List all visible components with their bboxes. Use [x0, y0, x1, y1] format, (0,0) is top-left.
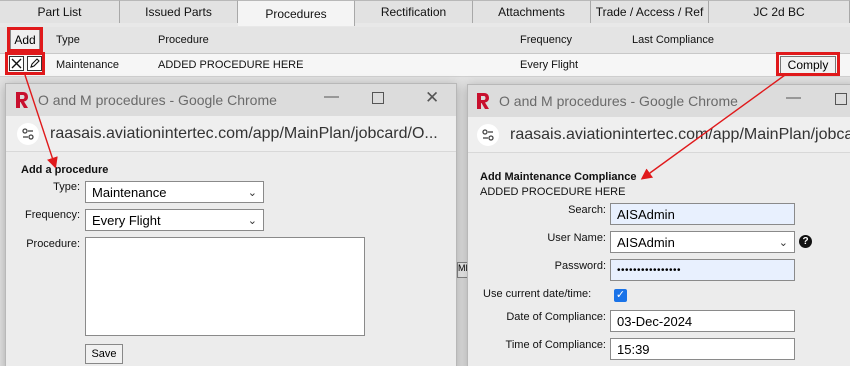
tab-jc-2d-bc[interactable]: JC 2d BC: [709, 0, 850, 23]
compliance-heading: Add Maintenance Compliance: [480, 171, 637, 183]
add-procedure-window: O and M procedures - Google Chrome — ✕ r…: [5, 83, 457, 366]
site-settings-icon[interactable]: [17, 123, 39, 145]
url-text: raasais.aviationintertec.com/app/MainPla…: [510, 126, 850, 143]
use-current-checkbox[interactable]: ✓: [614, 289, 627, 302]
password-label: Password:: [554, 260, 606, 272]
frequency-value: Every Flight: [92, 212, 161, 228]
tab-part-list[interactable]: Part List: [0, 0, 120, 23]
username-label: User Name:: [547, 232, 606, 244]
password-input[interactable]: ••••••••••••••••: [610, 259, 795, 281]
tab-rectification[interactable]: Rectification: [355, 0, 473, 23]
type-value: Maintenance: [92, 184, 167, 200]
chevron-down-icon: ⌄: [247, 214, 257, 227]
window-body: Add a procedure Type: Maintenance ⌄ Freq…: [6, 152, 456, 366]
procedures-grid-header: Add Type Procedure Frequency Last Compli…: [0, 27, 850, 54]
address-bar[interactable]: raasais.aviationintertec.com/app/MainPla…: [6, 116, 456, 152]
row-actions-highlight: [5, 52, 45, 75]
window-title-bar: O and M procedures - Google Chrome — ✕: [6, 84, 456, 116]
close-icon[interactable]: ✕: [425, 88, 439, 108]
compliance-window: O and M procedures - Google Chrome — raa…: [467, 84, 850, 366]
type-label: Type:: [53, 181, 80, 193]
search-label: Search:: [568, 204, 606, 216]
procedure-name: ADDED PROCEDURE HERE: [480, 186, 626, 198]
type-select[interactable]: Maintenance ⌄: [85, 181, 264, 203]
tab-trade-access-ref[interactable]: Trade / Access / Ref: [591, 0, 709, 23]
row-procedure: ADDED PROCEDURE HERE: [158, 59, 304, 71]
column-frequency: Frequency: [520, 34, 572, 46]
date-input[interactable]: 03-Dec-2024: [610, 310, 795, 332]
tab-procedures[interactable]: Procedures: [238, 0, 355, 26]
row-type: Maintenance: [56, 59, 119, 71]
use-current-label: Use current date/time:: [483, 288, 592, 300]
r-logo-icon: [477, 93, 489, 109]
window-body: Add Maintenance Compliance ADDED PROCEDU…: [468, 153, 850, 366]
column-last-compliance: Last Compliance: [632, 34, 714, 46]
window-title-bar: O and M procedures - Google Chrome —: [468, 85, 850, 117]
column-type: Type: [56, 34, 80, 46]
url-text: raasais.aviationintertec.com/app/MainPla…: [50, 125, 438, 142]
procedure-label: Procedure:: [26, 238, 80, 250]
window-title: O and M procedures - Google Chrome: [38, 92, 277, 108]
frequency-label: Frequency:: [24, 209, 80, 221]
tab-issued-parts[interactable]: Issued Parts: [120, 0, 238, 23]
row-frequency: Every Flight: [520, 59, 579, 71]
minimize-icon[interactable]: —: [324, 88, 339, 105]
form-heading: Add a procedure: [21, 164, 109, 176]
tab-attachments[interactable]: Attachments: [473, 0, 591, 23]
username-select[interactable]: AISAdmin ⌄: [610, 231, 795, 253]
maximize-icon[interactable]: [835, 93, 847, 105]
help-icon[interactable]: ?: [799, 235, 812, 248]
username-value: AISAdmin: [617, 234, 675, 250]
search-input[interactable]: AISAdmin: [610, 203, 795, 225]
r-logo-icon: [16, 92, 28, 108]
date-label: Date of Compliance:: [506, 311, 606, 323]
window-title: O and M procedures - Google Chrome: [499, 93, 738, 109]
frequency-select[interactable]: Every Flight ⌄: [85, 209, 264, 231]
minimize-icon[interactable]: —: [786, 89, 801, 106]
chevron-down-icon: ⌄: [778, 236, 788, 249]
procedure-textarea[interactable]: [85, 237, 365, 336]
comply-highlight: [776, 52, 840, 76]
save-button[interactable]: Save: [85, 344, 123, 364]
add-highlight: [7, 27, 43, 52]
column-procedure: Procedure: [158, 34, 209, 46]
table-row: Maintenance ADDED PROCEDURE HERE Every F…: [0, 54, 850, 77]
time-input[interactable]: 15:39: [610, 338, 795, 360]
maximize-icon[interactable]: [372, 92, 384, 104]
address-bar[interactable]: raasais.aviationintertec.com/app/MainPla…: [468, 117, 850, 153]
site-settings-icon[interactable]: [477, 124, 499, 146]
tab-strip: Part List Issued Parts Procedures Rectif…: [0, 0, 850, 26]
time-label: Time of Compliance:: [505, 339, 606, 351]
chevron-down-icon: ⌄: [247, 186, 257, 199]
